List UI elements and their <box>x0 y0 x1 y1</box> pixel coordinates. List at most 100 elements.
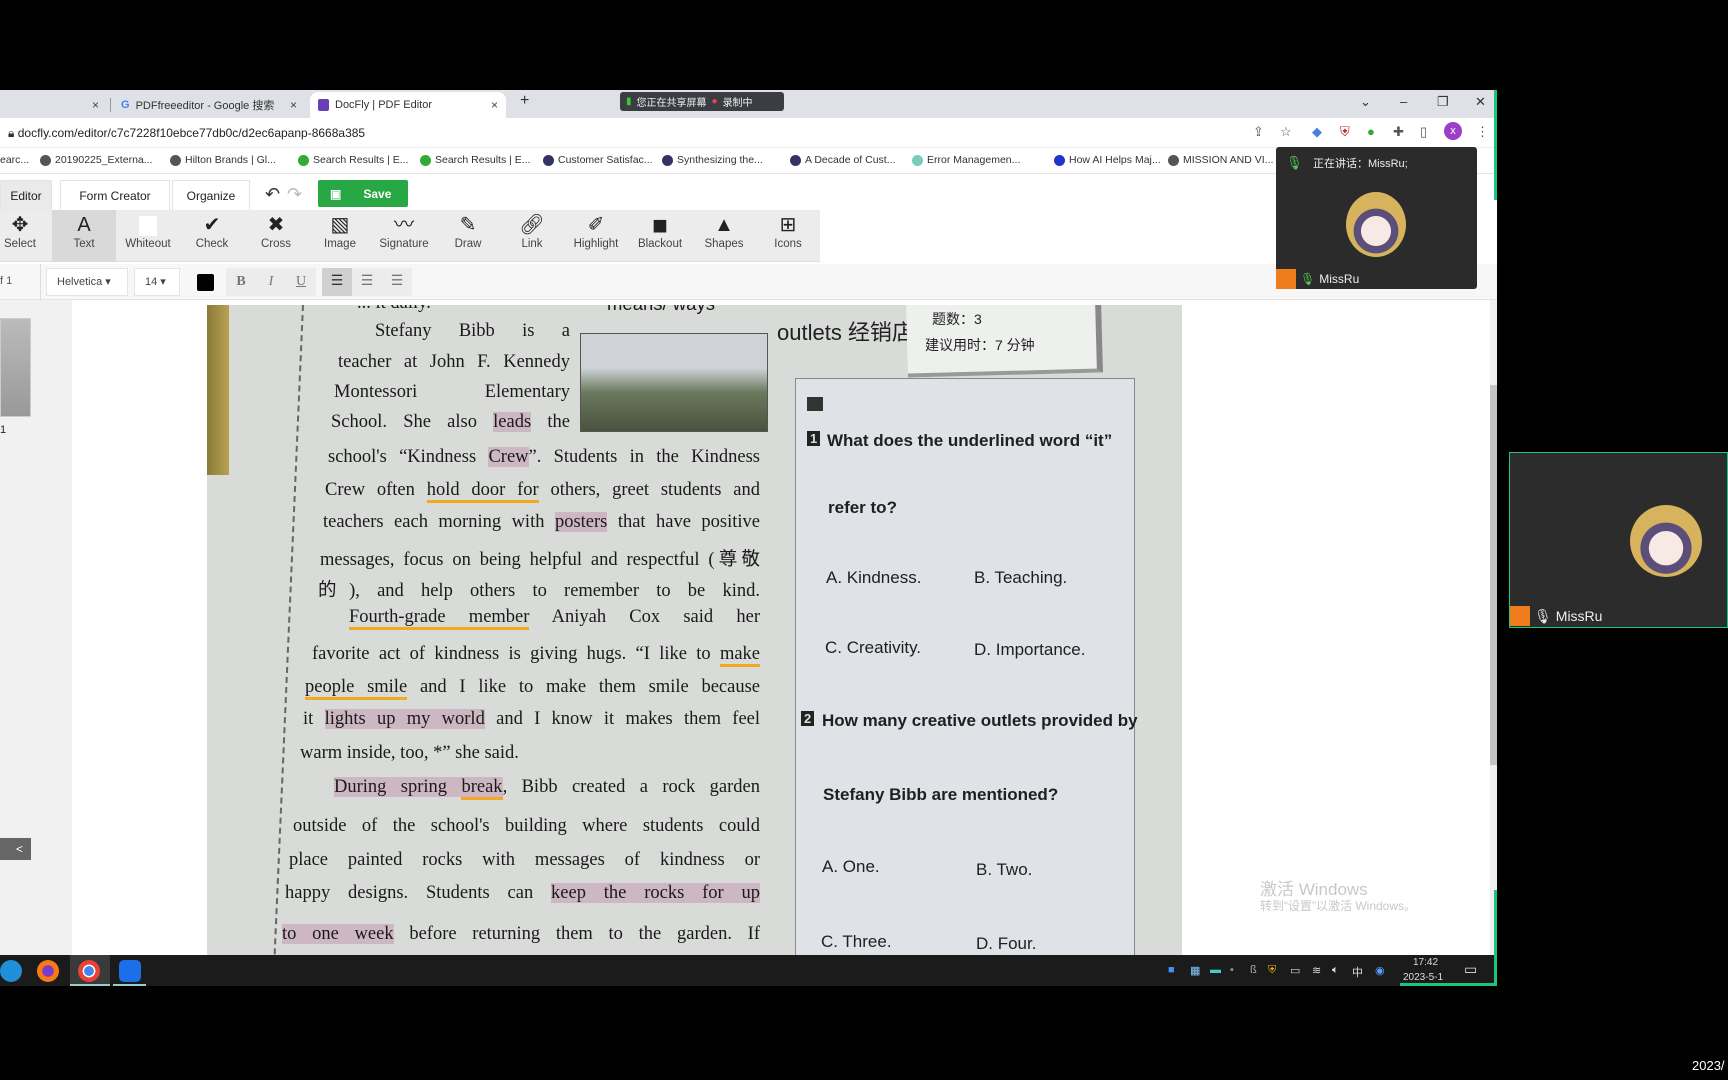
tool-icons[interactable]: ⊞ Icons <box>756 210 820 262</box>
align-center-button[interactable]: ☰ <box>352 268 382 296</box>
tree-extension-icon[interactable]: ● <box>1367 124 1375 139</box>
bookmark-item[interactable]: Error Managemen... <box>912 154 1020 166</box>
highlighted-text[interactable]: lights up my world <box>324 709 485 729</box>
tab-search-chevron-icon[interactable]: ⌄ <box>1360 94 1371 110</box>
participant-video-tile[interactable]: 🎙︎ MissRu <box>1509 452 1728 628</box>
new-tab-button[interactable]: + <box>520 92 529 110</box>
highlighted-text[interactable]: Crew <box>488 447 529 467</box>
underlined-text[interactable]: make <box>719 644 760 667</box>
clock-time[interactable]: 17:42 <box>1413 957 1438 968</box>
translate-extension-icon[interactable]: ◆ <box>1312 124 1322 140</box>
font-size-select[interactable]: 14 ▾ <box>134 268 180 296</box>
bookmark-item[interactable]: Search Results | E... <box>298 154 409 166</box>
volume-icon[interactable]: 🔈︎ <box>1332 964 1339 977</box>
highlighted-text[interactable]: to one week <box>282 924 394 944</box>
redo-icon[interactable]: ↷ <box>287 184 302 205</box>
bookmark-item[interactable]: 20190225_Externa... <box>40 154 153 166</box>
tool-blackout[interactable]: ■ Blackout <box>628 210 692 262</box>
tab-editor[interactable]: Editor <box>0 180 52 210</box>
text-segment: that have positive <box>607 512 761 532</box>
align-right-button[interactable]: ☰ <box>382 268 412 296</box>
undo-icon[interactable]: ↶ <box>265 184 280 205</box>
tool-shapes[interactable]: ▲ Shapes <box>692 210 756 262</box>
underline-button[interactable]: U <box>286 268 316 296</box>
menu-icon[interactable]: ⋮ <box>1476 124 1489 140</box>
profile-avatar[interactable]: x <box>1444 122 1462 140</box>
record-icon: ● <box>711 96 718 107</box>
bookmark-item[interactable]: How AI Helps Maj... <box>1054 154 1161 166</box>
highlighted-text[interactable]: break <box>461 777 503 800</box>
tray-qq-icon[interactable]: ◉ <box>1375 964 1385 977</box>
tray-nvidia-icon[interactable]: ▪ <box>1230 964 1234 976</box>
shield-extension-icon[interactable]: ⛨ <box>1340 124 1350 140</box>
tab-docfly[interactable]: DocFly | PDF Editor × <box>310 92 506 118</box>
chrome-icon[interactable] <box>78 960 100 982</box>
meeting-app-icon[interactable] <box>119 960 141 982</box>
tab-form-creator[interactable]: Form Creator <box>60 180 170 210</box>
tool-label: Draw <box>454 238 482 250</box>
bookmark-item[interactable]: Hilton Brands | Gl... <box>170 154 276 166</box>
tool-text[interactable]: A Text <box>52 210 116 262</box>
share-icon[interactable]: ⇪ <box>1253 124 1264 140</box>
star-icon[interactable]: ☆ <box>1280 124 1292 140</box>
tray-security-icon[interactable]: ⛨ <box>1268 964 1276 977</box>
ime-indicator[interactable]: 中 <box>1352 964 1363 980</box>
address-bar[interactable]: 🔒︎ docfly.com/editor/c7c7228f10ebce77db0… <box>8 126 365 141</box>
format-bar: f 1 Helvetica ▾ 14 ▾ B I U ☰ ☰ ☰ <box>0 264 1497 300</box>
plus-square-icon: ⊞ <box>779 214 797 236</box>
collapse-sidebar-button[interactable]: < <box>0 838 31 860</box>
edge-icon[interactable] <box>0 960 22 982</box>
tray-meeting-icon[interactable]: ■ <box>1168 964 1175 976</box>
tool-draw[interactable]: ✎ Draw <box>436 210 500 262</box>
align-left-button[interactable]: ☰ <box>322 268 352 296</box>
tool-cross[interactable]: ✖ Cross <box>244 210 308 262</box>
tab-organize[interactable]: Organize <box>172 180 250 210</box>
underlined-text[interactable]: hold door for <box>426 480 539 503</box>
tool-check[interactable]: ✔ Check <box>180 210 244 262</box>
tab-1[interactable]: × <box>0 92 107 118</box>
close-tab-icon[interactable]: × <box>92 98 99 112</box>
close-tab-icon[interactable]: × <box>290 98 297 112</box>
tool-link[interactable]: 🔗︎ Link <box>500 210 564 262</box>
bookmark-item[interactable]: MISSION AND VI... <box>1168 154 1273 166</box>
bookmark-item[interactable]: Search Results | E... <box>420 154 531 166</box>
tool-signature[interactable]: 〰 Signature <box>372 210 436 262</box>
underlined-text[interactable]: people smile <box>305 677 408 700</box>
close-window-button[interactable]: ✕ <box>1475 94 1486 110</box>
save-button[interactable]: ▣ Save <box>318 180 408 207</box>
highlighted-text[interactable]: keep the rocks for up <box>551 883 760 903</box>
restore-button[interactable]: ❐ <box>1437 94 1449 110</box>
wifi-icon[interactable]: ≋ <box>1312 964 1321 977</box>
highlighted-text[interactable]: leads <box>493 412 532 432</box>
tray-bluetooth-icon[interactable]: ß <box>1250 964 1257 976</box>
font-select[interactable]: Helvetica ▾ <box>46 268 128 296</box>
underlined-text[interactable]: Fourth-grade member <box>349 607 530 630</box>
tool-whiteout[interactable]: Whiteout <box>116 210 180 262</box>
tool-image[interactable]: ▧ Image <box>308 210 372 262</box>
tool-select[interactable]: ✥ Select <box>0 210 40 262</box>
sidepanel-icon[interactable]: ▯ <box>1420 124 1427 140</box>
bookmark-item[interactable]: Customer Satisfac... <box>543 154 653 166</box>
bookmark-item[interactable]: Synthesizing the... <box>662 154 763 166</box>
bookmark-item[interactable]: A Decade of Cust... <box>790 154 895 166</box>
highlighted-text[interactable]: posters <box>554 512 608 532</box>
tool-label: Select <box>4 238 36 250</box>
highlighted-text[interactable]: During spring <box>334 777 462 797</box>
italic-button[interactable]: I <box>256 268 286 296</box>
tool-highlight[interactable]: ✐ Highlight <box>564 210 628 262</box>
bold-button[interactable]: B <box>226 268 256 296</box>
tray-app-icon[interactable]: ▦ <box>1190 964 1200 977</box>
scrollbar[interactable] <box>1490 300 1497 955</box>
bookmark-item[interactable]: earc... <box>0 154 29 166</box>
notifications-icon[interactable]: ▭ <box>1464 961 1477 978</box>
close-tab-icon[interactable]: × <box>491 98 498 112</box>
page-thumbnail[interactable] <box>0 318 31 417</box>
battery-icon[interactable]: ▭ <box>1290 964 1300 977</box>
firefox-icon[interactable] <box>37 960 59 982</box>
minimize-button[interactable]: – <box>1400 94 1407 109</box>
clock-date[interactable]: 2023-5-1 <box>1403 972 1443 983</box>
text-color-swatch[interactable] <box>197 274 214 291</box>
tab-google[interactable]: G PDFfreeeditor - Google 搜索 × <box>113 92 305 118</box>
puzzle-icon[interactable]: ✚ <box>1393 124 1404 140</box>
tray-monitor-icon[interactable]: ▬ <box>1210 964 1221 976</box>
